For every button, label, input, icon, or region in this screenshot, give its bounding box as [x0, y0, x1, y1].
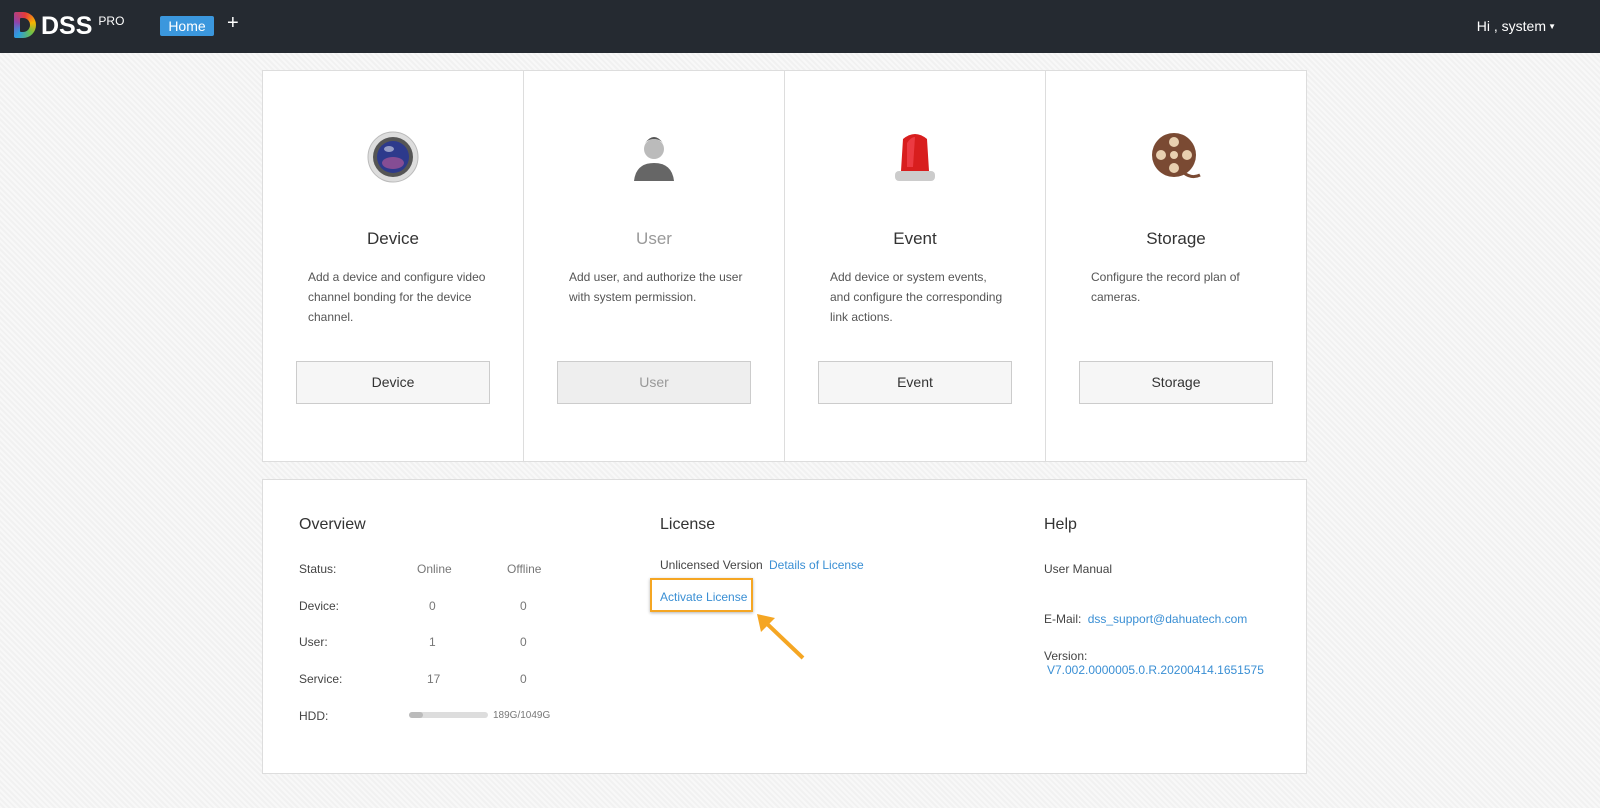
version-row: Version: V7.002.0000005.0.R.20200414.165… — [1044, 649, 1306, 677]
details-of-license-link[interactable]: Details of License — [769, 558, 864, 572]
email-link[interactable]: dss_support@dahuatech.com — [1088, 612, 1248, 626]
card-event: Event Add device or system events, and c… — [785, 71, 1046, 461]
tab-home[interactable]: Home — [160, 16, 214, 36]
camera-icon — [367, 131, 419, 183]
activate-license-link[interactable]: Activate License — [660, 590, 747, 604]
card-title: Storage — [1146, 229, 1206, 248]
version-value: V7.002.0000005.0.R.20200414.1651575 — [1047, 663, 1264, 677]
card-description: Configure the record plan of cameras. — [1091, 270, 1240, 304]
hdd-label: HDD: — [299, 709, 329, 723]
device-label: Device: — [299, 599, 340, 613]
user-offline: 0 — [520, 635, 527, 649]
email-label: E-Mail: — [1044, 612, 1082, 626]
version-label: Version: — [1044, 649, 1088, 663]
add-tab-button[interactable]: + — [227, 12, 239, 35]
card-user: User Add user, and authorize the user wi… — [524, 71, 785, 461]
logo-sup: PRO — [98, 14, 125, 28]
card-description: Add a device and configure video channel… — [308, 270, 486, 324]
arrow-annotation-icon — [757, 614, 805, 660]
device-online: 0 — [429, 599, 436, 613]
logo: DSS PRO — [14, 12, 124, 40]
card-title: User — [636, 229, 672, 248]
caret-down-icon[interactable]: ▼ — [1548, 22, 1556, 31]
user-manual-link[interactable]: User Manual — [1044, 562, 1112, 576]
card-description: Add device or system events, and configu… — [830, 270, 1003, 324]
card-title: Event — [893, 229, 937, 248]
service-label: Service: — [299, 672, 343, 686]
info-panel: Overview Status: Online Offline Device: … — [262, 479, 1307, 774]
user-button[interactable]: User — [557, 361, 751, 404]
storage-button[interactable]: Storage — [1079, 361, 1273, 404]
hdd-usage-bar — [409, 712, 488, 718]
film-reel-icon — [1152, 133, 1201, 179]
device-offline: 0 — [520, 599, 527, 613]
hdd-value: 189G/1049G — [493, 710, 551, 721]
license-title: License — [660, 516, 716, 533]
hdd-usage-fill — [409, 712, 424, 718]
dss-logo-icon — [14, 12, 36, 38]
overview-title: Overview — [299, 516, 366, 533]
logo-text: DSS — [41, 12, 93, 40]
alarm-light-icon — [895, 134, 935, 181]
service-offline: 0 — [520, 672, 527, 686]
service-online: 17 — [427, 672, 441, 686]
card-device: Device Add a device and configure video … — [263, 71, 524, 461]
top-bar: DSS PRO Home + Hi , system ▼ — [0, 0, 1600, 53]
help-title: Help — [1044, 516, 1077, 533]
online-header: Online — [417, 562, 452, 576]
event-button[interactable]: Event — [818, 361, 1012, 404]
offline-header: Offline — [507, 562, 542, 576]
status-label: Status: — [299, 562, 337, 576]
user-menu[interactable]: Hi , system — [1477, 18, 1546, 34]
card-title: Device — [367, 229, 419, 248]
license-version: Unlicensed Version — [660, 558, 763, 572]
module-cards: Device Add a device and configure video … — [262, 70, 1307, 462]
user-label: User: — [299, 635, 328, 649]
user-online: 1 — [429, 635, 436, 649]
card-description: Add user, and authorize the user with sy… — [569, 270, 743, 304]
user-icon — [634, 137, 674, 181]
card-storage: Storage Configure the record plan of cam… — [1046, 71, 1306, 461]
device-button[interactable]: Device — [296, 361, 490, 404]
email-row: E-Mail: dss_support@dahuatech.com — [1044, 612, 1247, 626]
